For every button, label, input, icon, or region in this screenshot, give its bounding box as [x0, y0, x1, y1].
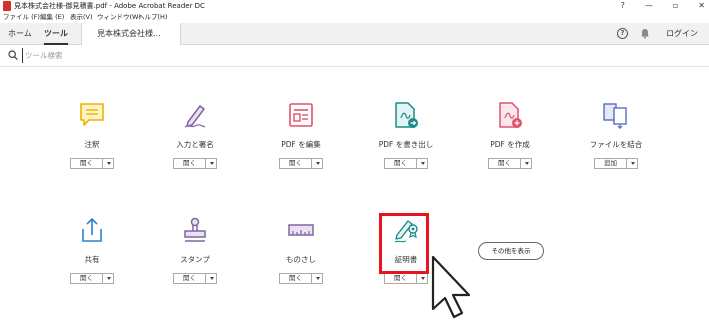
- maximize-icon[interactable]: ▫: [673, 0, 678, 12]
- tab-tools[interactable]: ツール: [44, 23, 68, 45]
- chevron-down-icon[interactable]: [627, 159, 637, 168]
- open-button[interactable]: 開く: [280, 274, 312, 283]
- menu-bar: ファイル (F) 編集 (E) 表示(V) ウィンドウ(W) ヘルプ(H): [0, 12, 709, 23]
- tool-label: ファイルを結合: [589, 140, 643, 149]
- help-icon[interactable]: ?: [617, 28, 628, 39]
- tool-open-dropdown[interactable]: 開く: [173, 158, 217, 169]
- title-bar: 見本株式会社様-御見積書.pdf - Adobe Acrobat Reader …: [0, 0, 709, 12]
- tool-open-dropdown[interactable]: 開く: [70, 273, 114, 284]
- help-control-icon[interactable]: ?: [621, 0, 625, 12]
- tool-open-dropdown[interactable]: 開く: [173, 273, 217, 284]
- chevron-down-icon[interactable]: [206, 274, 216, 283]
- menu-window[interactable]: ウィンドウ(W): [97, 12, 141, 23]
- stamp-icon: [184, 217, 206, 242]
- add-button[interactable]: 追加: [595, 159, 627, 168]
- create-pdf-icon: [499, 102, 522, 128]
- window-title: 見本株式会社様-御見積書.pdf - Adobe Acrobat Reader …: [14, 2, 205, 10]
- tool-search-bar: [0, 45, 709, 67]
- menu-edit[interactable]: 編集 (E): [40, 12, 64, 23]
- export-pdf-icon: [395, 102, 418, 128]
- close-icon[interactable]: ✕: [698, 0, 705, 12]
- tool-search-input[interactable]: [22, 48, 325, 63]
- chevron-down-icon[interactable]: [103, 159, 113, 168]
- tool-label: PDF を作成: [490, 140, 530, 149]
- tab-home[interactable]: ホーム: [8, 23, 32, 45]
- menu-view[interactable]: 表示(V): [70, 12, 93, 23]
- chevron-down-icon[interactable]: [103, 274, 113, 283]
- chevron-down-icon[interactable]: [417, 159, 427, 168]
- tab-bar: ホーム ツール 見本株式会社様... ? ログイン: [0, 23, 709, 45]
- open-button[interactable]: 開く: [489, 159, 521, 168]
- tool-open-dropdown[interactable]: 開く: [279, 273, 323, 284]
- open-button[interactable]: 開く: [174, 274, 206, 283]
- tool-label: 入力と署名: [176, 140, 214, 149]
- window-controls: ? — ▫ ✕: [621, 0, 705, 12]
- open-button[interactable]: 開く: [280, 159, 312, 168]
- chevron-down-icon[interactable]: [312, 274, 322, 283]
- open-button[interactable]: 開く: [174, 159, 206, 168]
- edit-pdf-icon: [289, 103, 313, 127]
- tool-add-dropdown[interactable]: 追加: [594, 158, 638, 169]
- menu-help[interactable]: ヘルプ(H): [138, 12, 167, 23]
- tool-open-dropdown[interactable]: 開く: [70, 158, 114, 169]
- comment-icon: [80, 103, 104, 126]
- certificate-highlight-box: [379, 213, 429, 274]
- tool-open-dropdown[interactable]: 開く: [384, 273, 428, 284]
- login-button[interactable]: ログイン: [666, 23, 698, 45]
- open-button[interactable]: 開く: [385, 159, 417, 168]
- tool-label: スタンプ: [180, 255, 210, 264]
- tool-open-dropdown[interactable]: 開く: [279, 158, 323, 169]
- chevron-down-icon[interactable]: [521, 159, 531, 168]
- menu-file[interactable]: ファイル (F): [3, 12, 40, 23]
- chevron-down-icon[interactable]: [206, 159, 216, 168]
- tool-label: 共有: [84, 255, 100, 264]
- combine-files-icon: [603, 103, 627, 130]
- open-button[interactable]: 開く: [385, 274, 417, 283]
- tool-label: PDF を編集: [281, 140, 321, 149]
- tool-label: 注釈: [84, 140, 100, 149]
- bell-icon[interactable]: [640, 28, 650, 39]
- chevron-down-icon[interactable]: [312, 159, 322, 168]
- tool-open-dropdown[interactable]: 開く: [488, 158, 532, 169]
- tool-open-dropdown[interactable]: 開く: [384, 158, 428, 169]
- open-button[interactable]: 開く: [71, 274, 103, 283]
- mouse-pointer-icon: [431, 255, 471, 319]
- tab-document[interactable]: 見本株式会社様...: [81, 23, 181, 45]
- tool-label: PDF を書き出し: [378, 140, 434, 149]
- open-button[interactable]: 開く: [71, 159, 103, 168]
- show-more-tools-button[interactable]: その他を表示: [478, 242, 544, 260]
- tool-label: ものさし: [286, 255, 316, 264]
- fill-sign-icon: [184, 105, 206, 128]
- acrobat-app-icon: [3, 1, 11, 11]
- share-icon: [82, 217, 102, 242]
- minimize-icon[interactable]: —: [645, 0, 653, 12]
- search-icon: [8, 50, 18, 61]
- ruler-icon: [288, 224, 314, 236]
